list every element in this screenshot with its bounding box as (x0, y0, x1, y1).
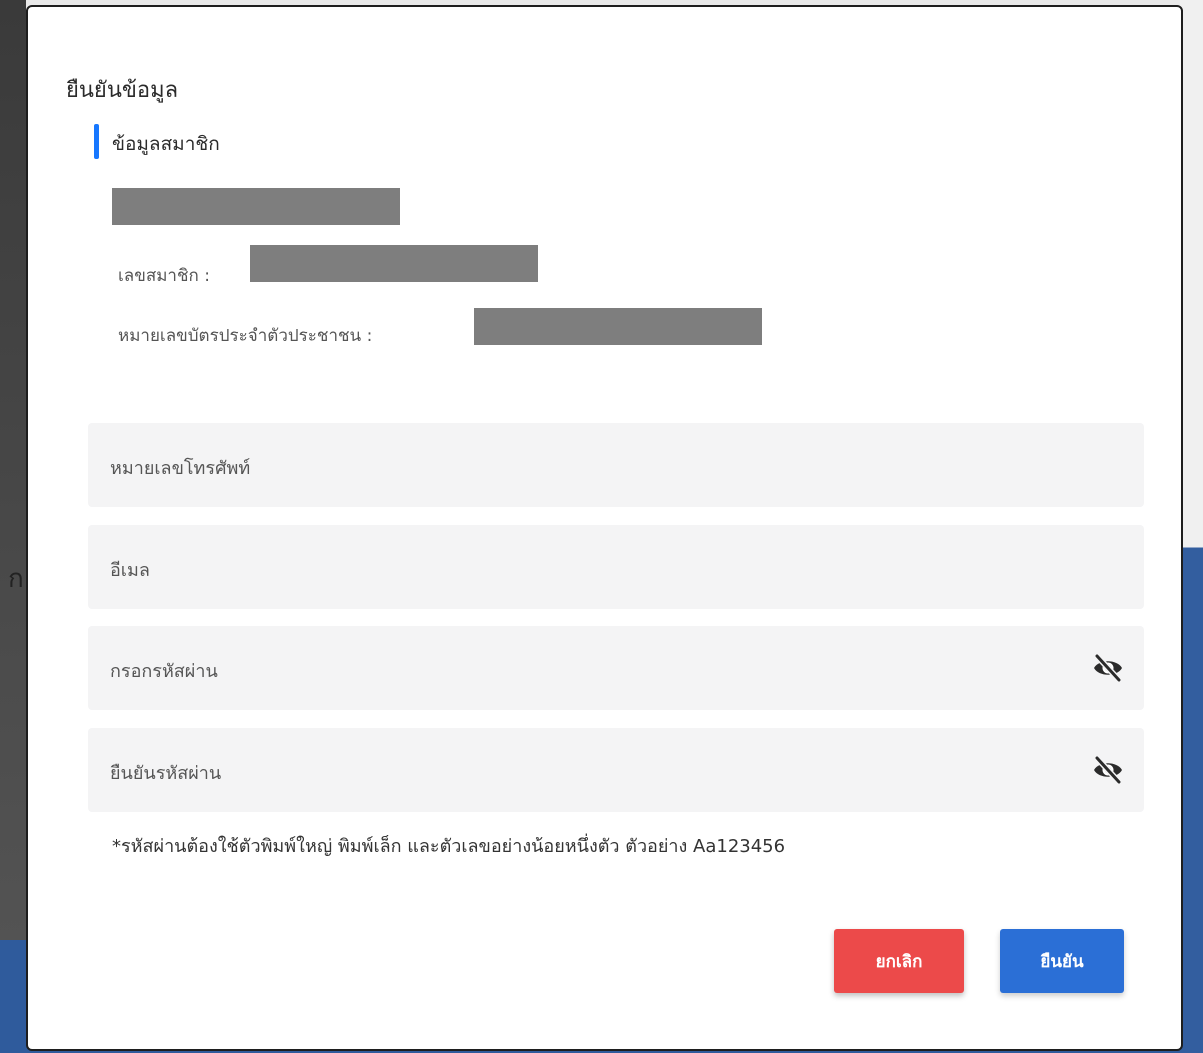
id-card-redacted (474, 308, 762, 345)
confirm-info-modal: ยืนยันข้อมูล ข้อมูลสมาชิก เลขสมาชิก : หม… (26, 5, 1183, 1051)
backdrop-partial-text: ก (8, 564, 24, 594)
section-accent-bar (94, 124, 99, 159)
cancel-button[interactable]: ยกเลิก (834, 929, 964, 993)
eye-off-icon[interactable] (1092, 654, 1124, 682)
member-no-redacted (250, 245, 538, 282)
id-card-label: หมายเลขบัตรประจำตัวประชาชน : (118, 326, 373, 346)
confirm-button[interactable]: ยืนยัน (1000, 929, 1124, 993)
phone-placeholder: หมายเลขโทรศัพท์ (110, 458, 251, 479)
section-label: ข้อมูลสมาชิก (112, 133, 220, 155)
email-placeholder: อีเมล (110, 560, 150, 581)
backdrop-right-strip (1180, 0, 1203, 1053)
password-hint: *รหัสผ่านต้องใช้ตัวพิมพ์ใหญ่ พิมพ์เล็ก แ… (112, 836, 786, 857)
eye-off-icon[interactable] (1092, 756, 1124, 784)
member-no-label: เลขสมาชิก : (118, 266, 210, 286)
password-field[interactable]: กรอกรหัสผ่าน (88, 626, 1144, 710)
phone-field[interactable]: หมายเลขโทรศัพท์ (88, 423, 1144, 507)
password-placeholder: กรอกรหัสผ่าน (110, 661, 218, 682)
confirm-password-placeholder: ยืนยันรหัสผ่าน (110, 763, 222, 784)
backdrop-left-strip (0, 0, 26, 1053)
member-name-redacted (112, 188, 400, 225)
email-field[interactable]: อีเมล (88, 525, 1144, 609)
confirm-password-field[interactable]: ยืนยันรหัสผ่าน (88, 728, 1144, 812)
modal-title: ยืนยันข้อมูล (66, 78, 179, 103)
